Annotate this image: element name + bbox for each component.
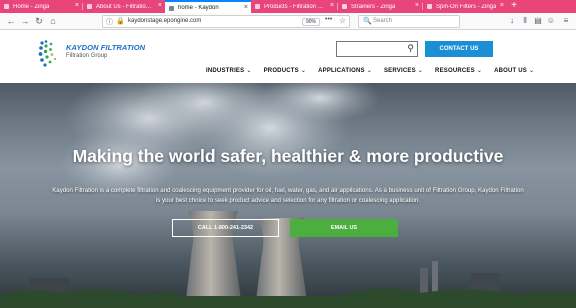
close-icon[interactable]: × xyxy=(330,2,334,10)
browser-tab-strainers[interactable]: Strainers - Zinga × xyxy=(338,0,422,13)
zoom-level[interactable]: 90% xyxy=(302,18,320,26)
library-icon[interactable]: ⫴ xyxy=(519,15,531,27)
kaydon-logo-icon[interactable] xyxy=(38,39,64,69)
account-icon[interactable]: ☺ xyxy=(545,15,557,27)
favicon-icon xyxy=(169,6,174,11)
browser-tab-spin-on-filters[interactable]: Spin-On Filters - Zinga × xyxy=(423,0,507,13)
tab-title: About Us - Filtration Grou xyxy=(96,3,155,10)
chevron-down-icon: ⌄ xyxy=(476,68,483,74)
address-bar[interactable]: ⓘ 🔒 kaydonstage.epongine.com 90% ••• ☆ xyxy=(102,15,350,28)
nav-label: INDUSTRIES xyxy=(206,67,245,74)
call-phone-button[interactable]: CALL 1-800-241-2342 xyxy=(172,219,279,237)
browser-tab-home-zinga[interactable]: Home - Zinga × xyxy=(0,0,82,13)
new-tab-button[interactable]: + xyxy=(507,0,521,13)
hero-description: Kaydon Filtration is a complete filtrati… xyxy=(52,187,524,204)
search-icon: 🔍 xyxy=(363,18,372,25)
tab-title: Products - Filtration Grou xyxy=(264,3,327,10)
close-icon[interactable]: × xyxy=(244,4,248,12)
back-icon[interactable]: ← xyxy=(5,15,17,27)
browser-search-input[interactable]: 🔍 Search xyxy=(358,15,460,28)
tab-title: Strainers - Zinga xyxy=(351,3,396,10)
chevron-down-icon: ⌄ xyxy=(366,68,372,74)
site-header: KAYDON FILTRATION Filtration Group ⚲ CON… xyxy=(0,31,576,83)
tab-title: Spin-On Filters - Zinga xyxy=(436,3,497,10)
nav-label: PRODUCTS xyxy=(263,67,299,74)
hero-banner: Making the world safer, healthier & more… xyxy=(0,83,576,308)
favicon-icon xyxy=(342,4,347,9)
favicon-icon xyxy=(255,4,260,9)
search-icon[interactable]: ⚲ xyxy=(407,43,414,54)
nav-label: SERVICES xyxy=(383,67,416,74)
search-placeholder: Search xyxy=(373,18,393,24)
hero-title: Making the world safer, healthier & more… xyxy=(72,146,504,166)
nav-item-services[interactable]: SERVICES ⌄ xyxy=(383,67,424,75)
browser-toolbar: ← → ↻ ⌂ ⓘ 🔒 kaydonstage.epongine.com 90%… xyxy=(0,13,576,30)
reload-icon[interactable]: ↻ xyxy=(33,15,45,27)
nav-label: RESOURCES xyxy=(435,67,475,74)
download-icon[interactable]: ↓ xyxy=(506,15,518,27)
close-icon[interactable]: × xyxy=(500,2,504,10)
nav-item-applications[interactable]: APPLICATIONS ⌄ xyxy=(318,67,372,75)
site-search-input[interactable]: ⚲ xyxy=(336,41,418,57)
email-us-button[interactable]: EMAIL US xyxy=(290,219,398,237)
chevron-down-icon: ⌄ xyxy=(417,68,424,74)
nav-label: APPLICATIONS xyxy=(318,67,365,74)
logo-name[interactable]: KAYDON FILTRATION xyxy=(66,43,145,52)
browser-tab-about-us[interactable]: About Us - Filtration Grou × xyxy=(83,0,165,13)
menu-icon[interactable]: ≡ xyxy=(560,15,572,27)
lock-icon[interactable]: 🔒 xyxy=(116,17,125,25)
favicon-icon xyxy=(4,4,9,9)
forward-icon[interactable]: → xyxy=(19,15,31,27)
favicon-icon xyxy=(87,4,92,9)
close-icon[interactable]: × xyxy=(158,2,162,10)
close-icon[interactable]: × xyxy=(75,2,79,10)
favicon-icon xyxy=(427,4,432,9)
close-icon[interactable]: × xyxy=(415,2,419,10)
page-actions-icon[interactable]: ••• xyxy=(325,16,332,23)
info-icon[interactable]: ⓘ xyxy=(106,17,113,27)
chevron-down-icon: ⌄ xyxy=(246,68,252,74)
browser-tab-home-kaydon[interactable]: home - Kaydon × xyxy=(165,0,251,13)
contact-us-button[interactable]: CONTACT US xyxy=(425,41,493,57)
nav-item-about-us[interactable]: ABOUT US ⌄ xyxy=(494,67,535,75)
chevron-down-icon: ⌄ xyxy=(300,68,307,74)
browser-tab-products[interactable]: Products - Filtration Grou × xyxy=(251,0,337,13)
nav-item-resources[interactable]: RESOURCES ⌄ xyxy=(435,67,483,75)
browser-tab-strip: Home - Zinga × About Us - Filtration Gro… xyxy=(0,0,576,13)
nav-label: ABOUT US xyxy=(494,67,528,74)
main-navigation: INDUSTRIES ⌄ PRODUCTS ⌄ APPLICATIONS ⌄ S… xyxy=(206,67,535,75)
logo-subtitle: Filtration Group xyxy=(66,53,108,59)
home-icon[interactable]: ⌂ xyxy=(47,15,59,27)
bookmark-star-icon[interactable]: ☆ xyxy=(339,16,346,25)
sidebar-icon[interactable]: ▤ xyxy=(532,15,544,27)
nav-item-industries[interactable]: INDUSTRIES ⌄ xyxy=(206,67,252,75)
chevron-down-icon: ⌄ xyxy=(529,68,535,74)
url-text[interactable]: kaydonstage.epongine.com xyxy=(128,18,201,24)
tab-title: home - Kaydon xyxy=(178,4,219,11)
tab-title: Home - Zinga xyxy=(13,3,50,10)
nav-item-products[interactable]: PRODUCTS ⌄ xyxy=(263,67,307,75)
